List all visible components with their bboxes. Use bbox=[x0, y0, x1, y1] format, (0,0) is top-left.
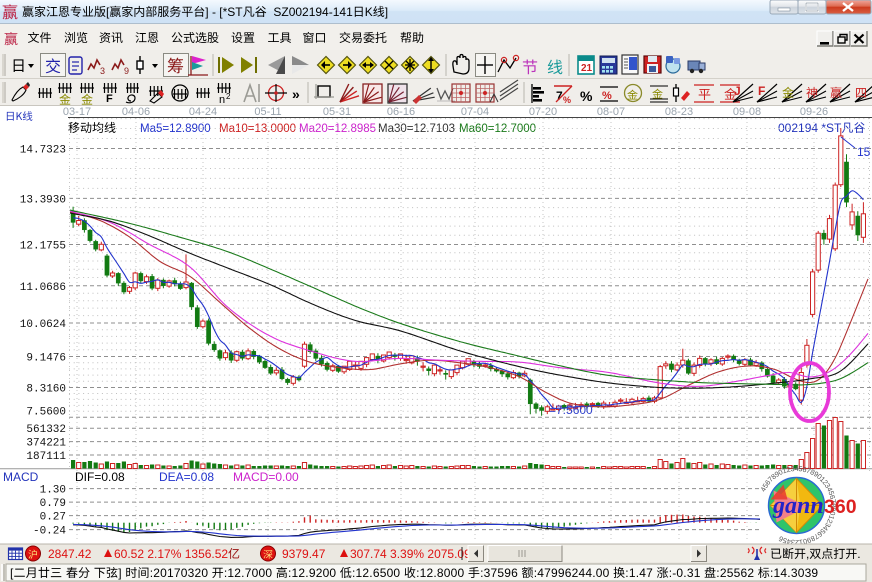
svg-text:8.3160: 8.3160 bbox=[26, 384, 66, 396]
svg-text:Ma5=12.8900: Ma5=12.8900 bbox=[140, 123, 211, 135]
svg-text:9379.47: 9379.47 bbox=[282, 547, 329, 561]
svg-text:08-23: 08-23 bbox=[665, 106, 693, 118]
svg-text:9: 9 bbox=[124, 66, 129, 76]
svg-text:04-06: 04-06 bbox=[122, 106, 150, 118]
svg-text:1.30: 1.30 bbox=[40, 485, 66, 497]
svg-text:%: % bbox=[563, 95, 571, 105]
svg-text::37596: :37596 bbox=[480, 566, 521, 580]
svg-text:SZ002194-141: SZ002194-141 bbox=[267, 5, 353, 19]
svg-text:,: , bbox=[806, 547, 809, 561]
svg-text:08-07: 08-07 bbox=[597, 106, 625, 118]
svg-text:360: 360 bbox=[824, 496, 857, 518]
svg-text:gann: gann bbox=[772, 493, 824, 519]
svg-text::1.47: :1.47 bbox=[625, 566, 656, 580]
svg-text::47996244.00: :47996244.00 bbox=[534, 566, 613, 580]
svg-text::14.3039: :14.3039 bbox=[770, 566, 818, 580]
svg-text:60.52 2.17% 1356.52: 60.52 2.17% 1356.52 bbox=[114, 547, 228, 561]
svg-text:03-17: 03-17 bbox=[63, 106, 91, 118]
svg-text:]: ] bbox=[385, 5, 388, 19]
svg-text:F: F bbox=[758, 84, 765, 98]
svg-text:»: » bbox=[292, 86, 300, 102]
svg-text:.: . bbox=[857, 547, 860, 561]
svg-text:]: ] bbox=[118, 566, 125, 580]
svg-text::-0.31: :-0.31 bbox=[669, 566, 704, 580]
svg-text::12.9200: :12.9200 bbox=[288, 566, 340, 580]
svg-text:%: % bbox=[580, 88, 593, 104]
svg-text::20170320: :20170320 bbox=[150, 566, 212, 580]
svg-text:187111: 187111 bbox=[26, 451, 66, 463]
svg-text:7.5600: 7.5600 bbox=[26, 406, 66, 418]
svg-text:F: F bbox=[106, 93, 113, 105]
svg-text:05-11: 05-11 bbox=[254, 106, 281, 118]
svg-text:06-16: 06-16 bbox=[387, 106, 415, 118]
svg-text:11.0686: 11.0686 bbox=[20, 282, 66, 294]
svg-text:3: 3 bbox=[100, 66, 105, 76]
svg-text:21: 21 bbox=[581, 63, 593, 74]
svg-text:[: [ bbox=[10, 566, 14, 580]
svg-text:10.0624: 10.0624 bbox=[20, 319, 67, 331]
svg-text:] - [*ST: ] - [*ST bbox=[205, 5, 243, 19]
svg-text:04-24: 04-24 bbox=[189, 106, 217, 118]
svg-text:2847.42: 2847.42 bbox=[48, 547, 95, 561]
svg-text:12.1755: 12.1755 bbox=[20, 241, 66, 253]
svg-text:MACD: MACD bbox=[3, 470, 39, 484]
svg-text:14.7323: 14.7323 bbox=[20, 145, 66, 157]
svg-text:2: 2 bbox=[226, 92, 231, 101]
svg-text:13.3930: 13.3930 bbox=[20, 194, 66, 206]
svg-text:MACD=0.00: MACD=0.00 bbox=[233, 470, 299, 484]
svg-text:DIF=0.08: DIF=0.08 bbox=[75, 470, 125, 484]
svg-text:002194 *ST: 002194 *ST bbox=[778, 121, 842, 135]
svg-text:K: K bbox=[365, 5, 373, 19]
svg-text:=7.5600: =7.5600 bbox=[549, 403, 593, 417]
svg-text:-0.24: -0.24 bbox=[33, 526, 66, 538]
svg-text::12.7000: :12.7000 bbox=[224, 566, 276, 580]
svg-text:15: 15 bbox=[857, 145, 871, 159]
svg-text:09-26: 09-26 bbox=[800, 106, 828, 118]
svg-text:n: n bbox=[219, 94, 225, 106]
svg-text:07-04: 07-04 bbox=[461, 106, 489, 118]
svg-text:9.1476: 9.1476 bbox=[26, 353, 66, 365]
svg-text::12.6500: :12.6500 bbox=[352, 566, 404, 580]
svg-text:%: % bbox=[602, 90, 612, 102]
svg-text::25562: :25562 bbox=[716, 566, 757, 580]
svg-text:DEA=0.08: DEA=0.08 bbox=[159, 470, 214, 484]
svg-text:J: J bbox=[734, 84, 741, 98]
svg-text:307.74 3.39% 2075.09: 307.74 3.39% 2075.09 bbox=[350, 547, 471, 561]
svg-text:0.79: 0.79 bbox=[40, 498, 66, 510]
svg-text:09-08: 09-08 bbox=[733, 106, 761, 118]
svg-text:07-20: 07-20 bbox=[529, 106, 557, 118]
svg-text:05-31: 05-31 bbox=[323, 106, 351, 118]
svg-text:561332: 561332 bbox=[26, 424, 66, 436]
svg-text::12.8000: :12.8000 bbox=[416, 566, 468, 580]
svg-text:0.27: 0.27 bbox=[40, 512, 66, 524]
svg-text:374221: 374221 bbox=[26, 438, 66, 450]
